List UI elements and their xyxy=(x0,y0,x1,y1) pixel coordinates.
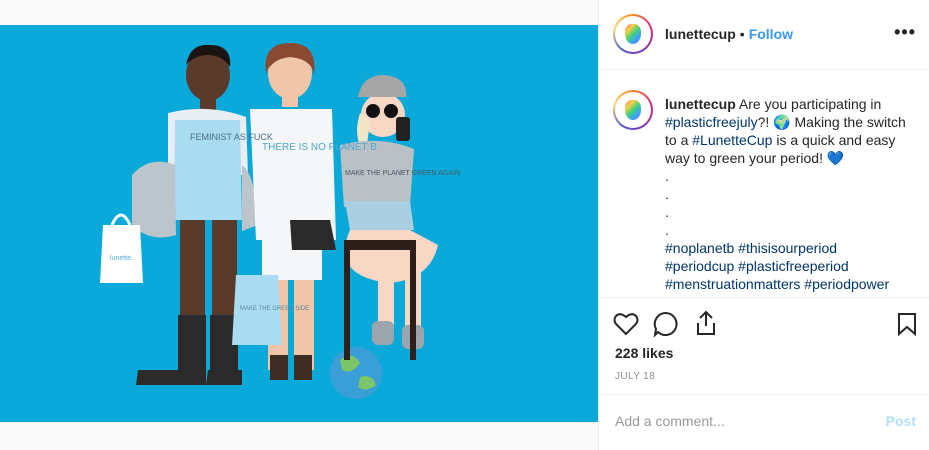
shirt-1-text: FEMINIST AS FUCK xyxy=(190,132,273,142)
caption-dot: . xyxy=(665,222,669,238)
header-username[interactable]: lunettecup xyxy=(665,26,736,42)
post-date[interactable]: JULY 18 xyxy=(615,371,655,382)
comment-icon[interactable] xyxy=(653,311,679,337)
divider xyxy=(599,297,929,298)
shirt-2-text: THERE IS NO PLANET B xyxy=(262,142,377,153)
header-separator: • xyxy=(739,26,745,42)
hashtag-line[interactable]: #noplanetb #thisisourperiod xyxy=(665,239,915,257)
follow-button[interactable]: Follow xyxy=(749,26,793,42)
caption-dot: . xyxy=(665,204,669,220)
hashtag-line[interactable]: #periodcup #plasticfreeperiod xyxy=(665,257,915,275)
more-options-icon[interactable]: ••• xyxy=(894,22,916,43)
bookmark-icon[interactable] xyxy=(897,312,917,336)
hashtag[interactable]: #LunetteCup xyxy=(692,132,772,148)
comment-bar: Add a comment... Post xyxy=(599,394,929,450)
post-button[interactable]: Post xyxy=(886,413,916,429)
caption: lunettecup Are you participating in #pla… xyxy=(665,95,915,293)
hashtag[interactable]: #plasticfreejuly xyxy=(665,114,758,130)
heart-icon[interactable] xyxy=(613,312,639,336)
likes-count[interactable]: 228 likes xyxy=(615,345,673,361)
post-header: lunettecup • Follow ••• xyxy=(599,0,929,70)
bag-1-text: lunette. xyxy=(110,255,133,262)
post-side-panel: lunettecup • Follow ••• lunettecup Are you… xyxy=(598,0,929,450)
caption-dot: . xyxy=(665,168,669,184)
caption-dot: . xyxy=(665,186,669,202)
post-image-area: FEMINIST AS FUCK THERE IS NO PLANET B MA… xyxy=(0,0,598,450)
share-icon[interactable] xyxy=(695,310,717,336)
caption-avatar[interactable] xyxy=(613,90,653,130)
bag-2-text: MAKE THE GREEN SIDE xyxy=(240,306,309,312)
post-illustration[interactable]: FEMINIST AS FUCK THERE IS NO PLANET B MA… xyxy=(0,25,598,422)
person-right xyxy=(340,75,438,360)
avatar[interactable] xyxy=(613,14,653,54)
shirt-3-text: MAKE THE PLANET GREEN AGAIN xyxy=(345,170,460,177)
hashtag-line[interactable]: #menstruationmatters #periodpower xyxy=(665,275,915,293)
comment-input[interactable]: Add a comment... xyxy=(615,413,725,429)
caption-username[interactable]: lunettecup xyxy=(665,96,736,112)
illustration-svg: FEMINIST AS FUCK THERE IS NO PLANET B MA… xyxy=(100,43,460,399)
